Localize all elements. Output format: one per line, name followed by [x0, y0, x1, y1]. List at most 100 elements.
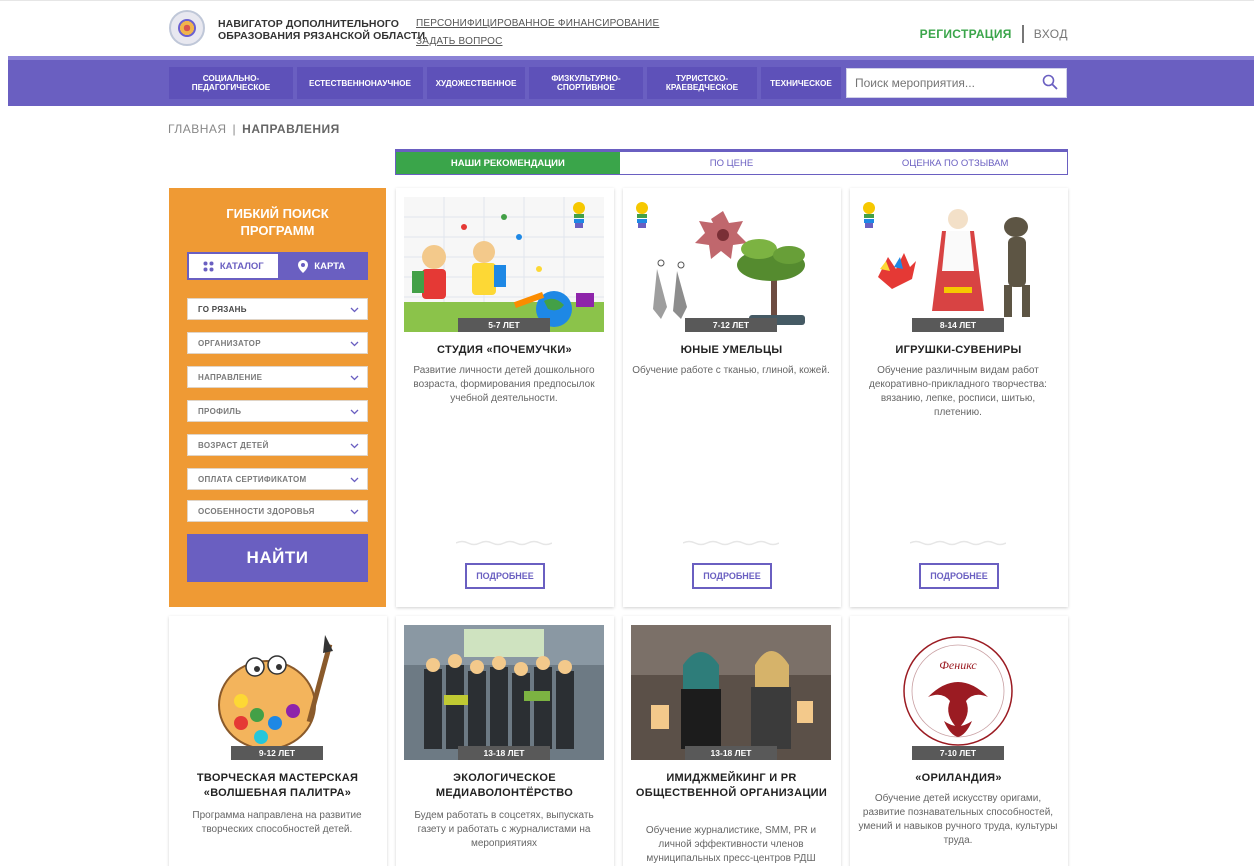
program-image[interactable]: Феникс 7-10 ЛЕТ: [858, 625, 1058, 760]
chevron-down-icon: [350, 409, 359, 415]
program-image[interactable]: 5-7 ЛЕТ: [404, 197, 604, 332]
breadcrumb-home[interactable]: ГЛАВНАЯ: [168, 122, 227, 136]
login-link[interactable]: ВХОД: [1034, 27, 1068, 41]
ask-question-link[interactable]: ЗАДАТЬ ВОПРОС: [416, 33, 659, 51]
program-title[interactable]: СТУДИЯ «ПОЧЕМУЧКИ»: [402, 343, 607, 358]
wave-divider: [683, 540, 779, 546]
sort-tabs: НАШИ РЕКОМЕНДАЦИИ ПО ЦЕНЕ ОЦЕНКА ПО ОТЗЫ…: [395, 149, 1068, 175]
program-description: Будем работать в соцсетях, выпускать газ…: [414, 810, 594, 849]
program-title[interactable]: ЮНЫЕ УМЕЛЬЦЫ: [629, 343, 834, 358]
nav-label: ЕСТЕСТВЕННОНАУЧНОЕ: [308, 78, 411, 88]
program-description: Обучение детей искусству оригами, развит…: [858, 793, 1058, 846]
tab-reviews[interactable]: ОЦЕНКА ПО ОТЗЫВАМ: [843, 152, 1067, 174]
top-links: ПЕРСОНИФИЦИРОВАННОЕ ФИНАНСИРОВАНИЕ ЗАДАТ…: [416, 15, 659, 51]
age-badge: 7-10 ЛЕТ: [912, 746, 1004, 760]
site-logo[interactable]: [169, 10, 205, 46]
select-profile[interactable]: ПРОФИЛЬ: [187, 400, 368, 422]
register-link[interactable]: РЕГИСТРАЦИЯ: [920, 27, 1012, 41]
nav-item-social[interactable]: СОЦИАЛЬНО- ПЕДАГОГИЧЕСКОЕ: [169, 67, 293, 99]
program-card[interactable]: Феникс 7-10 ЛЕТ «ОРИЛАНДИЯ» Обучение дет…: [850, 616, 1068, 866]
breadcrumb-separator: |: [232, 122, 237, 136]
program-title[interactable]: ЭКОЛОГИЧЕСКОЕ МЕДИАВОЛОНТЁРСТВО: [402, 771, 607, 801]
select-value: ОПЛАТА СЕРТИФИКАТОМ: [198, 474, 307, 484]
nav-item-sport[interactable]: ФИЗКУЛЬТУРНО- СПОРТИВНОЕ: [529, 67, 643, 99]
program-description: Обучение работе с тканью, глиной, кожей.: [632, 365, 830, 376]
age-badge: 8-14 ЛЕТ: [912, 318, 1004, 332]
logo-wordmark: Феникс: [939, 658, 977, 672]
program-description: Обучение различным видам работ декоратив…: [869, 365, 1047, 418]
age-badge: 9-12 ЛЕТ: [231, 746, 323, 760]
program-description: Обучение журналистике, SMM, PR и личной …: [645, 825, 817, 864]
select-payment[interactable]: ОПЛАТА СЕРТИФИКАТОМ: [187, 468, 368, 490]
site-brand[interactable]: НАВИГАТОР ДОПОЛНИТЕЛЬНОГО ОБРАЗОВАНИЯ РЯ…: [218, 18, 425, 42]
select-age[interactable]: ВОЗРАСТ ДЕТЕЙ: [187, 434, 368, 456]
nav-label: ФИЗКУЛЬТУРНО- СПОРТИВНОЕ: [551, 74, 621, 92]
program-image[interactable]: 7-12 ЛЕТ: [631, 197, 831, 332]
catalog-toggle[interactable]: КАТАЛОГ: [189, 254, 278, 278]
category-nav: СОЦИАЛЬНО- ПЕДАГОГИЧЕСКОЕ ЕСТЕСТВЕННОНАУ…: [8, 56, 1254, 106]
age-badge: 13-18 ЛЕТ: [685, 746, 777, 760]
program-card[interactable]: 5-7 ЛЕТ СТУДИЯ «ПОЧЕМУЧКИ» Развитие личн…: [396, 188, 614, 607]
wave-divider: [456, 540, 552, 546]
nav-item-art[interactable]: ХУДОЖЕСТВЕННОЕ: [427, 67, 525, 99]
select-direction[interactable]: НАПРАВЛЕНИЕ: [187, 366, 368, 388]
program-card[interactable]: 7-12 ЛЕТ ЮНЫЕ УМЕЛЬЦЫ Обучение работе с …: [623, 188, 841, 607]
crafts-photo: [631, 197, 831, 332]
tab-recommendations[interactable]: НАШИ РЕКОМЕНДАЦИИ: [396, 152, 620, 174]
program-description: Программа направлена на развитие творчес…: [192, 810, 362, 835]
select-value: ВОЗРАСТ ДЕТЕЙ: [198, 440, 269, 450]
chevron-down-icon: [350, 477, 359, 483]
grid-icon: [203, 261, 214, 271]
nav-label: ТУРИСТСКО- КРАЕВЕДЧЕСКОЕ: [665, 74, 739, 92]
map-label: КАРТА: [314, 260, 346, 272]
select-city[interactable]: ГО РЯЗАНЬ: [187, 298, 368, 320]
nav-label: ХУДОЖЕСТВЕННОЕ: [435, 78, 517, 88]
filter-title: ГИБКИЙ ПОИСК ПРОГРАММ: [169, 205, 386, 239]
program-image[interactable]: 13-18 ЛЕТ: [404, 625, 604, 760]
pr-event-photo: [631, 625, 831, 760]
select-organizer[interactable]: ОРГАНИЗАТОР: [187, 332, 368, 354]
filter-panel: ГИБКИЙ ПОИСК ПРОГРАММ КАТАЛОГ КАРТА ГО Р…: [169, 188, 386, 607]
filter-title-line-2: ПРОГРАММ: [240, 223, 315, 238]
search-input[interactable]: [847, 76, 1027, 90]
details-button[interactable]: ПОДРОБНЕЕ: [919, 563, 999, 589]
brand-line-2: ОБРАЗОВАНИЯ РЯЗАНСКОЙ ОБЛАСТИ: [218, 30, 426, 42]
chevron-down-icon: [350, 375, 359, 381]
chevron-down-icon: [350, 307, 359, 313]
program-card[interactable]: 13-18 ЛЕТ ИМИДЖМЕЙКИНГ И PR ОБЩЕСТВЕННОЙ…: [623, 616, 841, 866]
event-search: [846, 68, 1067, 98]
auth-divider: [1021, 25, 1024, 43]
nav-item-tourism[interactable]: ТУРИСТСКО- КРАЕВЕДЧЕСКОЕ: [647, 67, 757, 99]
program-card[interactable]: 13-18 ЛЕТ ЭКОЛОГИЧЕСКОЕ МЕДИАВОЛОНТЁРСТВ…: [396, 616, 614, 866]
program-image[interactable]: 13-18 ЛЕТ: [631, 625, 831, 760]
select-health[interactable]: ОСОБЕННОСТИ ЗДОРОВЬЯ: [187, 500, 368, 522]
program-image[interactable]: 9-12 ЛЕТ: [177, 625, 377, 760]
toys-photo: [858, 197, 1058, 332]
map-toggle[interactable]: КАРТА: [278, 254, 367, 278]
financing-link[interactable]: ПЕРСОНИФИЦИРОВАННОЕ ФИНАНСИРОВАНИЕ: [416, 15, 659, 33]
nav-item-science[interactable]: ЕСТЕСТВЕННОНАУЧНОЕ: [297, 67, 423, 99]
nav-item-tech[interactable]: ТЕХНИЧЕСКОЕ: [761, 67, 841, 99]
quality-badge-icon: [636, 202, 648, 228]
catalog-label: КАТАЛОГ: [219, 260, 264, 272]
program-title[interactable]: ИМИДЖМЕЙКИНГ И PR ОБЩЕСТВЕННОЙ ОРГАНИЗАЦ…: [629, 771, 834, 801]
page: НАВИГАТОР ДОПОЛНИТЕЛЬНОГО ОБРАЗОВАНИЯ РЯ…: [0, 0, 1254, 866]
find-button[interactable]: НАЙТИ: [187, 534, 368, 582]
program-card[interactable]: 8-14 ЛЕТ ИГРУШКИ-СУВЕНИРЫ Обучение разли…: [850, 188, 1068, 607]
chevron-down-icon: [350, 509, 359, 515]
program-card[interactable]: 9-12 ЛЕТ ТВОРЧЕСКАЯ МАСТЕРСКАЯ «ВОЛШЕБНА…: [169, 616, 387, 866]
volunteers-photo: [404, 625, 604, 760]
program-title[interactable]: «ОРИЛАНДИЯ»: [856, 771, 1061, 786]
quality-badge-icon: [573, 202, 585, 228]
details-button[interactable]: ПОДРОБНЕЕ: [692, 563, 772, 589]
tab-price[interactable]: ПО ЦЕНЕ: [620, 152, 844, 174]
breadcrumb: ГЛАВНАЯ | НАПРАВЛЕНИЯ: [168, 122, 340, 136]
program-title[interactable]: ИГРУШКИ-СУВЕНИРЫ: [856, 343, 1061, 358]
program-image[interactable]: 8-14 ЛЕТ: [858, 197, 1058, 332]
program-title[interactable]: ТВОРЧЕСКАЯ МАСТЕРСКАЯ «ВОЛШЕБНАЯ ПАЛИТРА…: [175, 771, 380, 801]
view-toggle: КАТАЛОГ КАРТА: [187, 252, 368, 280]
chevron-down-icon: [350, 443, 359, 449]
select-value: ОСОБЕННОСТИ ЗДОРОВЬЯ: [198, 506, 315, 516]
search-icon[interactable]: [1042, 74, 1058, 90]
details-button[interactable]: ПОДРОБНЕЕ: [465, 563, 545, 589]
